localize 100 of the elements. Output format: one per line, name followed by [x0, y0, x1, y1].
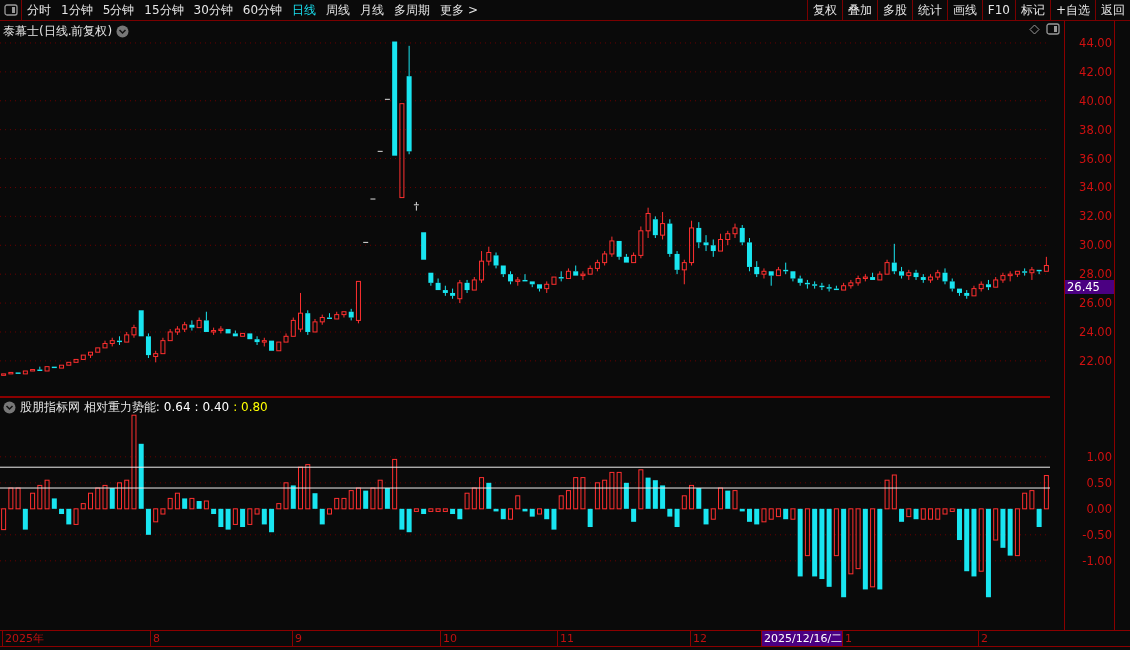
- bar: [22, 508, 28, 530]
- bar: [102, 484, 108, 510]
- price-tick-label: 44.00: [1079, 35, 1112, 50]
- candlestick: [739, 224, 745, 246]
- bar: [116, 482, 122, 510]
- period-tab[interactable]: 60分钟: [237, 0, 288, 20]
- bar: [775, 508, 781, 518]
- candlestick: [797, 275, 803, 287]
- period-tab[interactable]: 分时: [22, 0, 56, 20]
- candlestick: [196, 317, 202, 329]
- bar: [877, 508, 883, 590]
- period-tab[interactable]: 更多 >: [435, 0, 483, 20]
- candlestick: [913, 269, 919, 281]
- bar: [645, 477, 651, 509]
- panel-toggle-icon[interactable]: [3, 4, 18, 16]
- bar: [413, 508, 419, 512]
- bar: [797, 508, 803, 577]
- candlestick: [631, 252, 637, 264]
- bar: [746, 508, 752, 522]
- bar: [660, 485, 666, 509]
- price-tick-label: 34.00: [1079, 180, 1112, 195]
- candlestick: [891, 243, 897, 275]
- candlestick: [899, 266, 905, 280]
- indicator-value: : 0.40: [194, 399, 230, 416]
- last-price-tag: 26.45: [1065, 280, 1114, 294]
- bar: [254, 508, 260, 515]
- diamond-icon[interactable]: [1029, 23, 1040, 35]
- period-tab[interactable]: 多周期: [389, 0, 436, 20]
- candlestick: [565, 267, 571, 280]
- indicator-tick-label: -0.50: [1082, 527, 1112, 542]
- candlestick: [131, 324, 137, 339]
- dropdown-icon[interactable]: [3, 400, 16, 414]
- chart-title: 泰幕士(日线.前复权): [3, 23, 113, 40]
- period-tab[interactable]: 1分钟: [56, 0, 98, 20]
- candlestick: [59, 364, 65, 369]
- cursor-date-label: 2025/12/16/二: [761, 631, 843, 646]
- bar: [73, 508, 79, 525]
- candlestick: [73, 358, 79, 363]
- candlestick: [703, 234, 709, 252]
- candlestick: [667, 218, 673, 258]
- panel-toggle-icon[interactable]: [1046, 23, 1060, 35]
- bar: [95, 487, 101, 510]
- candlestick: [826, 283, 832, 293]
- period-tab[interactable]: 月线: [355, 0, 390, 20]
- bar: [928, 508, 934, 520]
- bar: [891, 474, 897, 510]
- period-tab[interactable]: 日线: [287, 0, 322, 20]
- bar: [754, 508, 760, 525]
- bar: [631, 508, 637, 522]
- bar: [283, 482, 289, 510]
- bar: [594, 482, 600, 510]
- candlestick: [508, 270, 514, 285]
- candlestick: [276, 341, 282, 352]
- bar: [196, 501, 202, 509]
- bar: [124, 479, 130, 510]
- dropdown-icon[interactable]: [116, 24, 130, 38]
- price-tick-label: 40.00: [1079, 93, 1112, 108]
- bar: [341, 497, 347, 510]
- bar: [870, 508, 876, 588]
- candlestick: [428, 272, 434, 287]
- bar: [623, 482, 629, 509]
- bar: [913, 508, 919, 520]
- bar: [587, 508, 593, 528]
- period-tab[interactable]: 30分钟: [188, 0, 238, 20]
- bar: [964, 508, 970, 572]
- bar: [1, 508, 7, 531]
- bar: [464, 492, 470, 510]
- bar: [450, 508, 456, 515]
- candlestick: [623, 253, 629, 263]
- candlestick: [269, 340, 275, 351]
- period-tab[interactable]: 周线: [321, 0, 356, 20]
- candlestick: [1000, 272, 1006, 284]
- indicator-value: 0.64: [163, 399, 191, 416]
- candlestick: [920, 273, 926, 284]
- period-tab[interactable]: 15分钟: [139, 0, 189, 20]
- bar: [225, 508, 231, 530]
- period-tab[interactable]: 5分钟: [97, 0, 140, 20]
- candlestick: [435, 278, 441, 291]
- bar: [109, 488, 115, 509]
- bar: [1036, 508, 1042, 528]
- candlestick: [421, 232, 427, 260]
- candlestick: [145, 332, 151, 359]
- candlestick: [80, 354, 86, 360]
- bar: [768, 508, 774, 520]
- bar: [305, 464, 311, 510]
- candlestick: [536, 284, 542, 293]
- bar: [500, 508, 506, 520]
- bar: [906, 508, 912, 518]
- candlestick: [696, 221, 702, 249]
- candlestick: [450, 288, 456, 300]
- date-axis-label: 2: [978, 631, 988, 646]
- bar: [580, 477, 586, 510]
- candlestick: [225, 329, 231, 334]
- bar: [841, 508, 847, 598]
- bar: [319, 508, 325, 525]
- candlestick: [247, 333, 253, 340]
- candlestick: [652, 215, 658, 239]
- bar: [392, 458, 398, 510]
- bar: [783, 508, 789, 520]
- bar: [247, 508, 253, 525]
